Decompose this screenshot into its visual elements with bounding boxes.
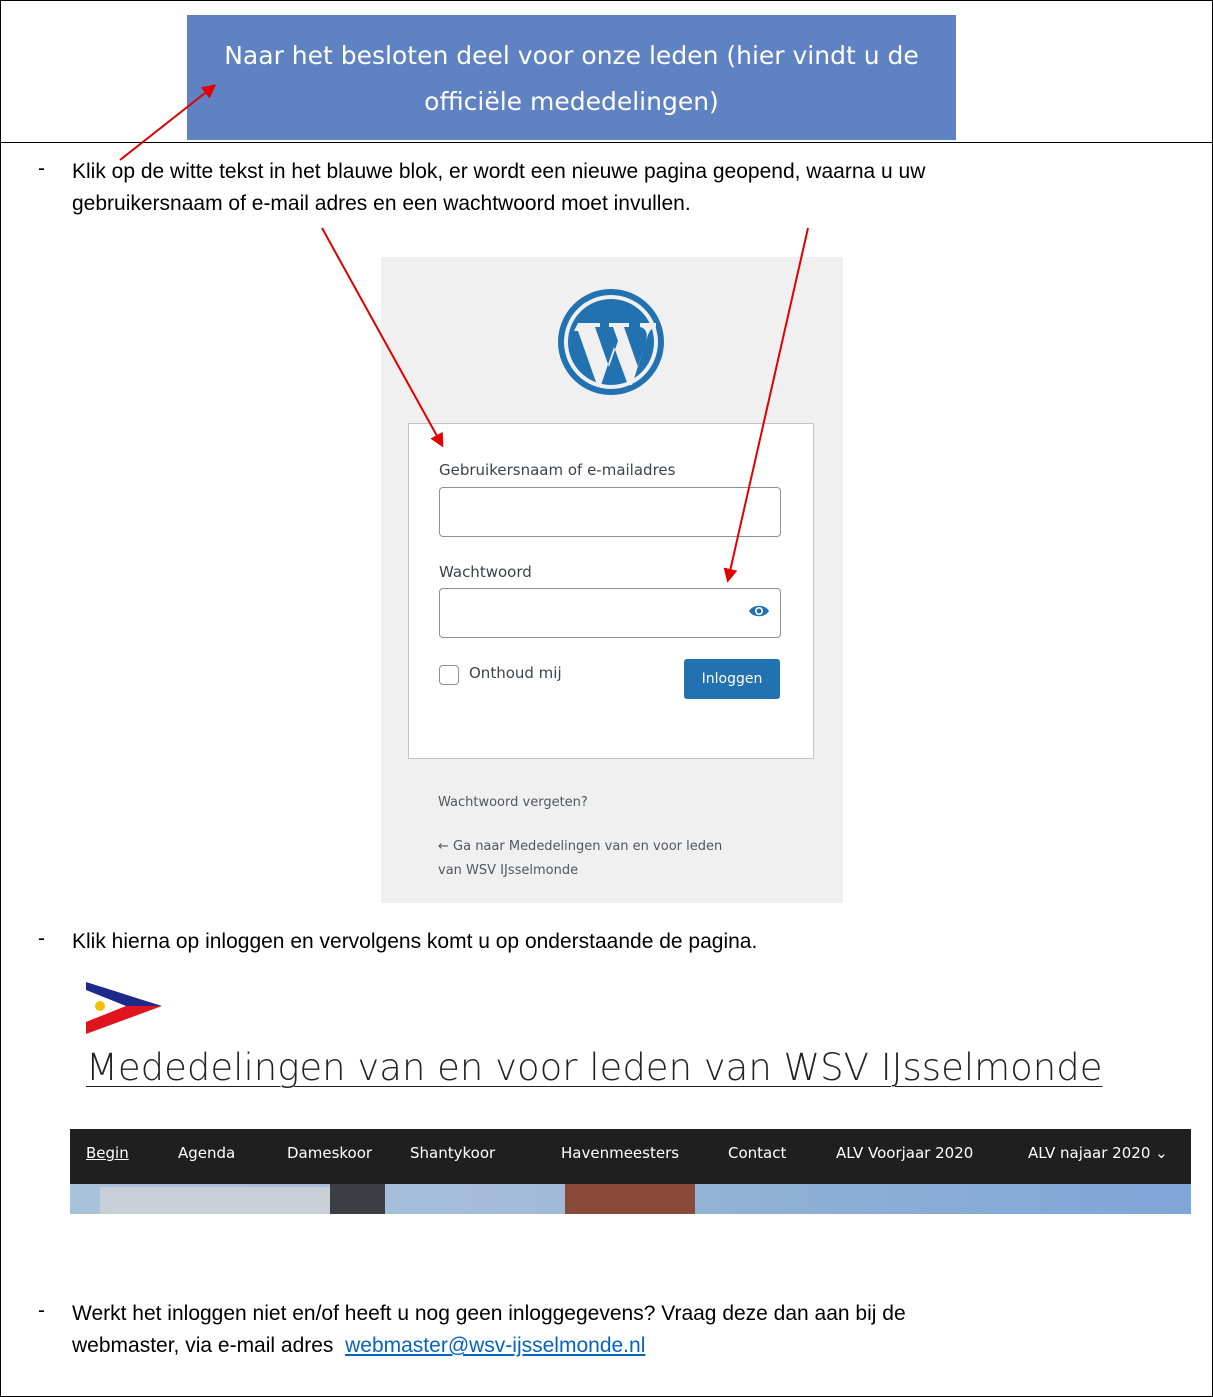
annotation-arrows bbox=[119, 84, 809, 583]
arrow-to-username-field bbox=[321, 227, 444, 448]
arrow-to-blue-block bbox=[119, 84, 217, 161]
arrow-to-password-field bbox=[723, 227, 809, 583]
